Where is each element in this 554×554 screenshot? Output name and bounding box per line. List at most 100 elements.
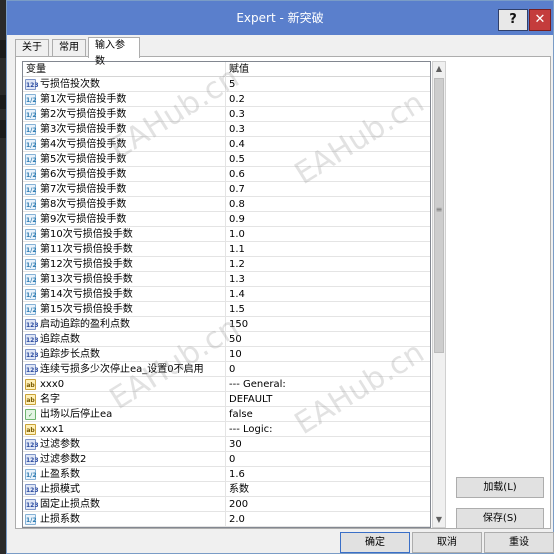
table-row[interactable]: 1/2 第15次亏损倍投手数 1.5 xyxy=(23,302,430,317)
grid-header: 变量 赋值 xyxy=(23,62,430,77)
parameter-value-cell[interactable]: --- General: xyxy=(226,377,430,392)
parameter-name-cell: 123 过滤参数2 xyxy=(23,452,226,467)
table-row[interactable]: 123 过滤参数2 0 xyxy=(23,452,430,467)
scroll-thumb[interactable]: ≡ xyxy=(434,78,444,353)
parameter-value-cell[interactable]: 30 xyxy=(226,437,430,452)
parameter-value-cell[interactable]: 0.2 xyxy=(226,92,430,107)
tab-common[interactable]: 常用 xyxy=(52,39,86,57)
table-row[interactable]: 1/2 第4次亏损倍投手数 0.4 xyxy=(23,137,430,152)
table-row[interactable]: ab xxx0 --- General: xyxy=(23,377,430,392)
int-type-icon: 123 xyxy=(25,334,39,345)
table-row[interactable]: ab xxx1 --- Logic: xyxy=(23,422,430,437)
int-type-icon: 123 xyxy=(25,484,39,495)
parameter-value-cell[interactable]: 0.6 xyxy=(226,167,430,182)
parameter-value-cell[interactable]: 0.3 xyxy=(226,122,430,137)
parameter-name-cell: 123 追踪点数 xyxy=(23,332,226,347)
int-type-icon: 123 xyxy=(25,319,39,330)
table-row[interactable]: 123 固定止损点数 200 xyxy=(23,497,430,512)
table-row[interactable]: 1/2 第12次亏损倍投手数 1.2 xyxy=(23,257,430,272)
parameter-value-cell[interactable]: 系数 xyxy=(226,482,430,497)
parameter-value-cell[interactable]: 0 xyxy=(226,452,430,467)
grid-scrollbar[interactable]: ▲ ≡ ▼ xyxy=(432,61,446,528)
table-row[interactable]: ✓ 出场以后停止ea false xyxy=(23,407,430,422)
table-row[interactable]: 1/2 第13次亏损倍投手数 1.3 xyxy=(23,272,430,287)
table-row[interactable]: 1/2 第1次亏损倍投手数 0.2 xyxy=(23,92,430,107)
parameter-name-cell: 1/2 第10次亏损倍投手数 xyxy=(23,227,226,242)
parameter-value-cell[interactable]: 0.9 xyxy=(226,212,430,227)
table-row[interactable]: 123 止损模式 系数 xyxy=(23,482,430,497)
str-type-icon: ab xyxy=(25,379,36,390)
cancel-button[interactable]: 取消 xyxy=(412,532,482,553)
parameter-value-cell[interactable]: 1.1 xyxy=(226,242,430,257)
tab-about[interactable]: 关于 xyxy=(15,39,49,57)
parameter-value-cell[interactable]: 1.3 xyxy=(226,272,430,287)
table-row[interactable]: 1/2 第11次亏损倍投手数 1.1 xyxy=(23,242,430,257)
table-row[interactable]: 1/2 第9次亏损倍投手数 0.9 xyxy=(23,212,430,227)
title-bar[interactable]: Expert - 新突破 ? ✕ xyxy=(7,1,553,35)
parameter-value-cell[interactable]: 0.4 xyxy=(226,137,430,152)
parameter-value-cell[interactable]: 1.0 xyxy=(226,227,430,242)
parameter-value-cell[interactable]: 200 xyxy=(226,497,430,512)
parameter-value-cell[interactable]: 150 xyxy=(226,317,430,332)
save-button[interactable]: 保存(S) xyxy=(456,508,544,529)
parameter-value-cell[interactable]: 0.8 xyxy=(226,197,430,212)
parameter-value-cell[interactable]: 1.4 xyxy=(226,287,430,302)
parameter-name-cell: 123 追踪步长点数 xyxy=(23,347,226,362)
table-row[interactable]: 1/2 第14次亏损倍投手数 1.4 xyxy=(23,287,430,302)
table-row[interactable]: 123 过滤参数 30 xyxy=(23,437,430,452)
int-type-icon: 123 xyxy=(25,364,39,375)
ok-button[interactable]: 确定 xyxy=(340,532,410,553)
table-row[interactable]: 1/2 第7次亏损倍投手数 0.7 xyxy=(23,182,430,197)
dbl-type-icon: 1/2 xyxy=(25,469,37,480)
table-row[interactable]: 1/2 第3次亏损倍投手数 0.3 xyxy=(23,122,430,137)
parameter-value-cell[interactable]: DEFAULT xyxy=(226,392,430,407)
parameter-name: 第10次亏损倍投手数 xyxy=(40,229,133,240)
parameter-name: 第6次亏损倍投手数 xyxy=(40,169,127,180)
scroll-down-icon[interactable]: ▼ xyxy=(433,513,445,527)
table-row[interactable]: 1/2 第6次亏损倍投手数 0.6 xyxy=(23,167,430,182)
parameter-value-cell[interactable]: false xyxy=(226,407,430,422)
parameter-name-cell: 1/2 止盈系数 xyxy=(23,467,226,482)
scroll-up-icon[interactable]: ▲ xyxy=(433,62,445,76)
table-row[interactable]: 1/2 第8次亏损倍投手数 0.8 xyxy=(23,197,430,212)
grip-icon: ≡ xyxy=(435,205,443,214)
parameter-value-cell[interactable]: 1.2 xyxy=(226,257,430,272)
parameter-value-cell[interactable]: 1.6 xyxy=(226,467,430,482)
table-row[interactable]: 123 追踪点数 50 xyxy=(23,332,430,347)
parameter-value-cell[interactable]: 50 xyxy=(226,332,430,347)
parameter-value-cell[interactable]: 1.5 xyxy=(226,302,430,317)
parameter-value-cell[interactable]: 10 xyxy=(226,347,430,362)
parameter-value-cell[interactable]: 0.5 xyxy=(226,152,430,167)
table-row[interactable]: 1/2 第5次亏损倍投手数 0.5 xyxy=(23,152,430,167)
table-row[interactable]: 123 亏损倍投次数 5 xyxy=(23,77,430,92)
column-header-variable[interactable]: 变量 xyxy=(23,62,226,77)
parameter-value-cell[interactable]: 0 xyxy=(226,362,430,377)
parameter-name: 出场以后停止ea xyxy=(40,409,113,420)
parameter-value-cell[interactable]: 2.0 xyxy=(226,512,430,527)
reset-button[interactable]: 重设 xyxy=(484,532,554,553)
table-row[interactable]: 1/2 第2次亏损倍投手数 0.3 xyxy=(23,107,430,122)
parameter-name-cell: 123 固定止损点数 xyxy=(23,497,226,512)
help-button[interactable]: ? xyxy=(498,9,528,31)
parameter-name-cell: ab xxx1 xyxy=(23,422,226,437)
table-row[interactable]: ab 名字 DEFAULT xyxy=(23,392,430,407)
tab-input-parameters[interactable]: 输入参数 xyxy=(88,37,140,67)
close-button[interactable]: ✕ xyxy=(529,9,551,31)
parameter-value-cell[interactable]: --- Logic: xyxy=(226,422,430,437)
column-header-value[interactable]: 赋值 xyxy=(226,62,430,77)
load-button[interactable]: 加载(L) xyxy=(456,477,544,498)
table-row[interactable]: 1/2 止损系数 2.0 xyxy=(23,512,430,527)
dbl-type-icon: 1/2 xyxy=(25,109,37,120)
table-row[interactable]: 1/2 止盈系数 1.6 xyxy=(23,467,430,482)
dbl-type-icon: 1/2 xyxy=(25,199,37,210)
parameter-name: 第14次亏损倍投手数 xyxy=(40,289,133,300)
dbl-type-icon: 1/2 xyxy=(25,244,37,255)
table-row[interactable]: 123 启动追踪的盈利点数 150 xyxy=(23,317,430,332)
table-row[interactable]: 123 连续亏损多少次停止ea_设置0不启用 0 xyxy=(23,362,430,377)
parameter-value-cell[interactable]: 0.3 xyxy=(226,107,430,122)
parameter-value-cell[interactable]: 0.7 xyxy=(226,182,430,197)
parameter-value-cell[interactable]: 5 xyxy=(226,77,430,92)
table-row[interactable]: 1/2 第10次亏损倍投手数 1.0 xyxy=(23,227,430,242)
parameter-name: 止损模式 xyxy=(40,484,80,495)
table-row[interactable]: 123 追踪步长点数 10 xyxy=(23,347,430,362)
